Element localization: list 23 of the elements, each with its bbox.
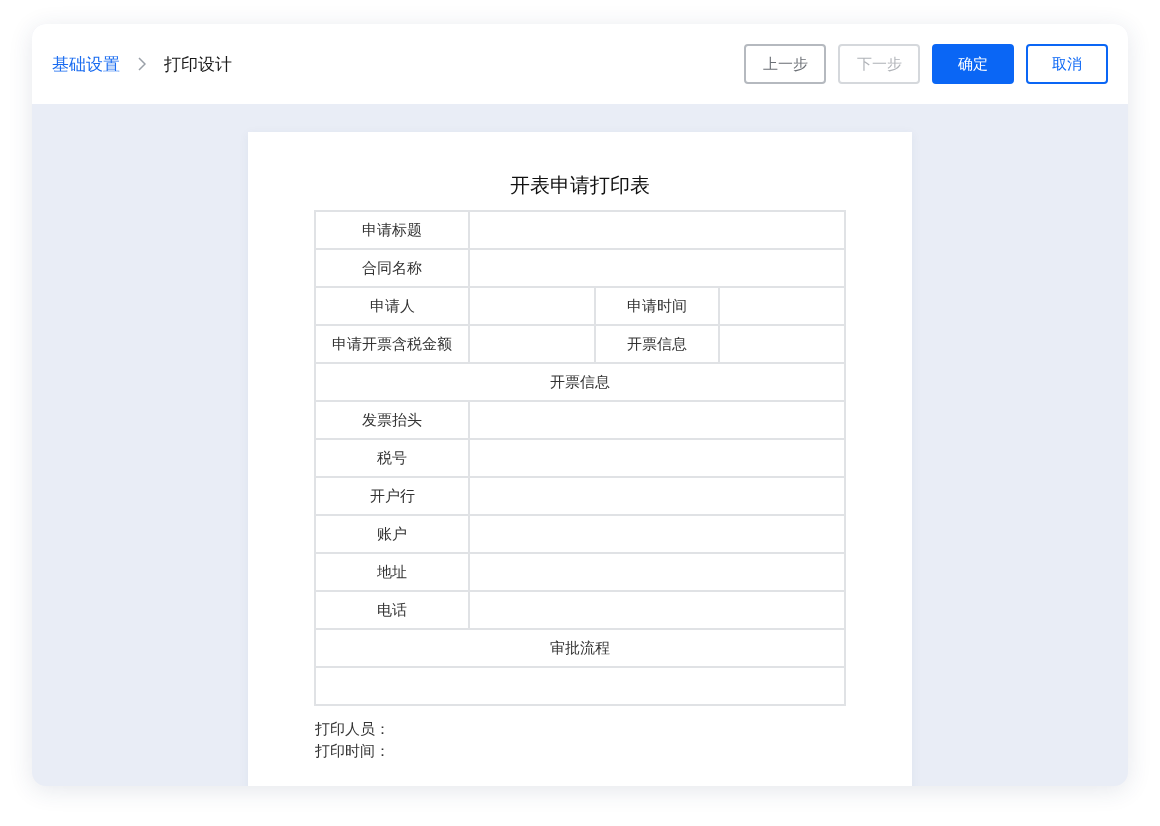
footer-label: 打印人员： [315, 719, 391, 740]
breadcrumb-link[interactable]: 基础设置 [52, 52, 120, 76]
label-cell: 账户 [316, 516, 470, 554]
section-heading: 开票信息 [316, 364, 846, 402]
action-button[interactable]: 确定 [932, 44, 1014, 84]
footer-label: 打印时间： [315, 741, 391, 762]
label-cell: 申请时间 [596, 288, 720, 326]
label-cell: 合同名称 [316, 250, 470, 288]
action-button[interactable]: 取消 [1026, 44, 1108, 84]
label-cell: 发票抬头 [316, 402, 470, 440]
label-cell: 电话 [316, 592, 470, 630]
label-cell: 申请开票含税金额 [316, 326, 470, 364]
chevron-right-icon [138, 57, 146, 71]
document-title: 开表申请打印表 [510, 172, 650, 199]
label-cell: 申请标题 [316, 212, 470, 250]
action-button[interactable]: 上一步 [744, 44, 826, 84]
label-cell: 税号 [316, 440, 470, 478]
label-cell: 开户行 [316, 478, 470, 516]
label-cell: 申请人 [316, 288, 470, 326]
section-heading: 审批流程 [316, 630, 846, 668]
breadcrumb-current: 打印设计 [164, 52, 232, 76]
label-cell: 开票信息 [596, 326, 720, 364]
label-cell: 地址 [316, 554, 470, 592]
